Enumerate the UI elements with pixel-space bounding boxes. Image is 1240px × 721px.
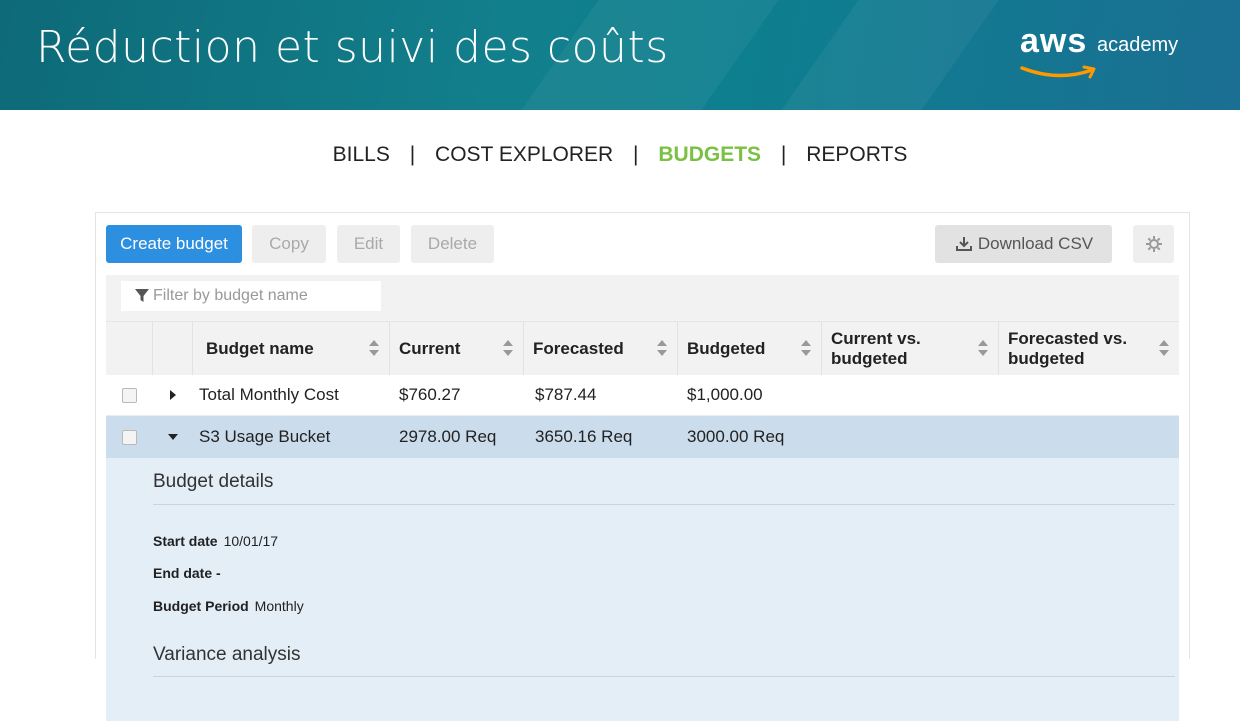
table-row[interactable]: Total Monthly Cost $760.27 $787.44 $1,00… [106, 375, 1179, 416]
table-row-selected[interactable]: S3 Usage Bucket 2978.00 Req 3650.16 Req … [106, 416, 1179, 458]
filter-icon [135, 289, 149, 302]
budget-name[interactable]: Total Monthly Cost [199, 375, 339, 415]
logo-brand: aws [1020, 22, 1088, 60]
settings-button[interactable] [1133, 225, 1174, 263]
budget-details-panel: Budget details Start date 10/01/17 End da… [106, 458, 1179, 721]
expand-caret-icon[interactable] [170, 375, 190, 415]
expand-column-header [152, 322, 192, 376]
edit-button[interactable]: Edit [337, 225, 400, 263]
forecasted-value: 3650.16 Req [535, 427, 633, 446]
budgets-panel: Create budget Copy Edit Delete Download … [95, 212, 1190, 721]
aws-academy-logo: aws academy [1020, 22, 1220, 82]
delete-button[interactable]: Delete [411, 225, 494, 263]
slide-title: Réduction et suivi des coûts [36, 22, 669, 73]
slide-header: Réduction et suivi des coûts aws academy [0, 0, 1240, 110]
banner-shade [781, 0, 999, 110]
nav-item-reports[interactable]: REPORTS [806, 143, 907, 167]
column-current[interactable]: Current [389, 322, 523, 376]
divider [153, 676, 1175, 677]
table-header: Budget name Current Forecasted Budgeted … [106, 321, 1179, 376]
nav-item-cost-explorer[interactable]: COST EXPLORER [435, 143, 613, 167]
nav-separator: | [633, 143, 639, 166]
divider [153, 504, 1175, 505]
sort-icon [1159, 340, 1169, 358]
budget-name[interactable]: S3 Usage Bucket [199, 416, 330, 458]
variance-analysis-heading: Variance analysis [153, 644, 301, 665]
gear-icon [1145, 236, 1162, 252]
nav-separator: | [780, 143, 787, 166]
budgeted-value: $1,000.00 [687, 385, 763, 404]
current-value: $760.27 [399, 385, 461, 404]
column-forecasted-vs-budgeted[interactable]: Forecasted vs. budgeted [998, 322, 1179, 376]
row-checkbox[interactable] [122, 429, 137, 445]
filter-bar: Filter by budget name [106, 275, 1179, 321]
sort-icon [503, 340, 513, 358]
column-forecasted[interactable]: Forecasted [523, 322, 677, 376]
row-checkbox[interactable] [122, 387, 137, 403]
download-csv-label: Download CSV [977, 234, 1094, 253]
download-csv-button[interactable]: Download CSV [935, 225, 1112, 263]
filter-input[interactable]: Filter by budget name [121, 281, 381, 311]
nav-item-budgets[interactable]: BUDGETS [658, 143, 761, 167]
end-date: End date - [153, 565, 221, 581]
sort-icon [369, 340, 379, 358]
logo-product: academy [1097, 34, 1179, 56]
sort-icon [657, 340, 667, 358]
budget-period: Budget Period Monthly [153, 598, 304, 614]
start-date: Start date 10/01/17 [153, 533, 279, 549]
nav-separator: | [409, 143, 416, 166]
aws-smile-icon [1020, 65, 1096, 79]
column-budget-name[interactable]: Budget name [192, 322, 389, 376]
billing-nav: BILLS | COST EXPLORER | BUDGETS | REPORT… [0, 143, 1240, 167]
copy-button[interactable]: Copy [252, 225, 326, 263]
download-icon [955, 237, 972, 251]
forecasted-value: $787.44 [535, 385, 597, 404]
select-column-header [106, 322, 152, 376]
budget-details-heading: Budget details [153, 471, 274, 492]
create-budget-button[interactable]: Create budget [106, 225, 242, 263]
nav-item-bills[interactable]: BILLS [333, 143, 390, 167]
sort-icon [978, 340, 988, 358]
column-current-vs-budgeted[interactable]: Current vs. budgeted [821, 322, 998, 376]
column-budgeted[interactable]: Budgeted [677, 322, 821, 376]
current-value: 2978.00 Req [399, 427, 497, 446]
filter-placeholder: Filter by budget name [153, 287, 308, 304]
collapse-caret-icon[interactable] [168, 416, 188, 458]
budgeted-value: 3000.00 Req [687, 427, 785, 446]
sort-icon [801, 340, 811, 358]
